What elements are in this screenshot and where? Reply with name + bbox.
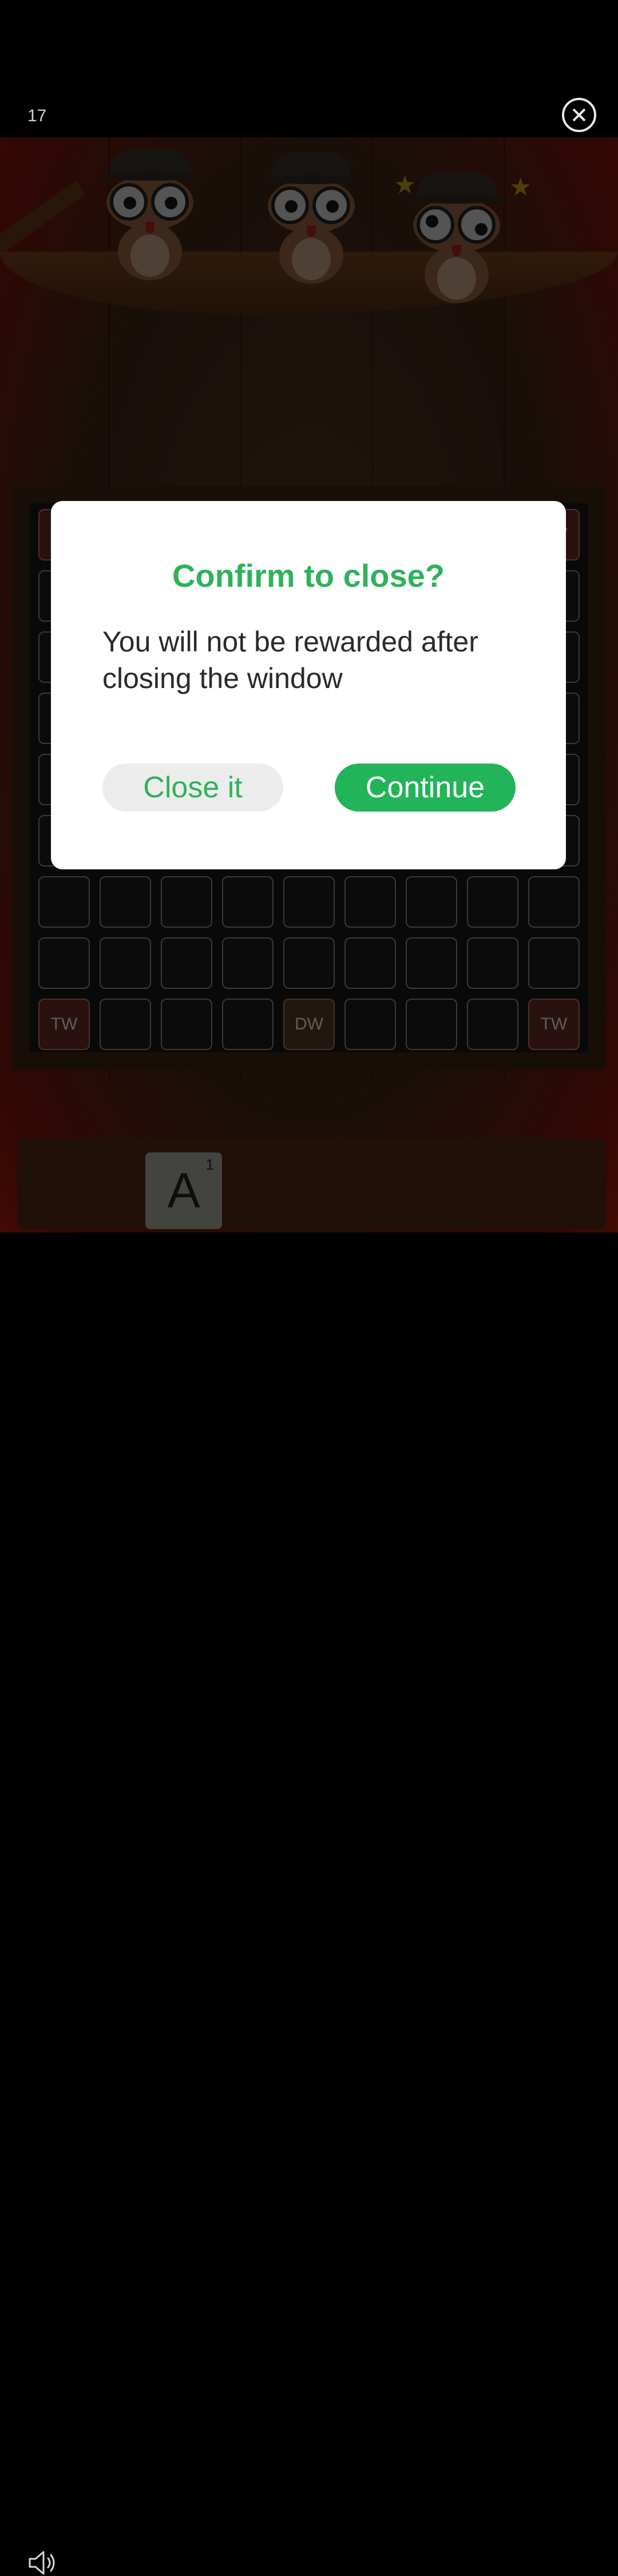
dialog-message: You will not be rewarded after closing t… (102, 626, 478, 694)
dialog-title: Confirm to close? (172, 558, 445, 594)
close-it-button[interactable]: Close it (102, 764, 283, 812)
close-x-glyph (572, 108, 586, 122)
confirm-close-dialog: Confirm to close? You will not be reward… (51, 501, 566, 869)
top-bar: 17 (0, 0, 618, 137)
bottom-bar (0, 1233, 618, 2575)
continue-button[interactable]: Continue (335, 764, 516, 812)
close-icon[interactable] (562, 98, 596, 132)
speaker-icon[interactable] (27, 2550, 57, 2576)
ad-countdown: 17 (27, 106, 47, 125)
